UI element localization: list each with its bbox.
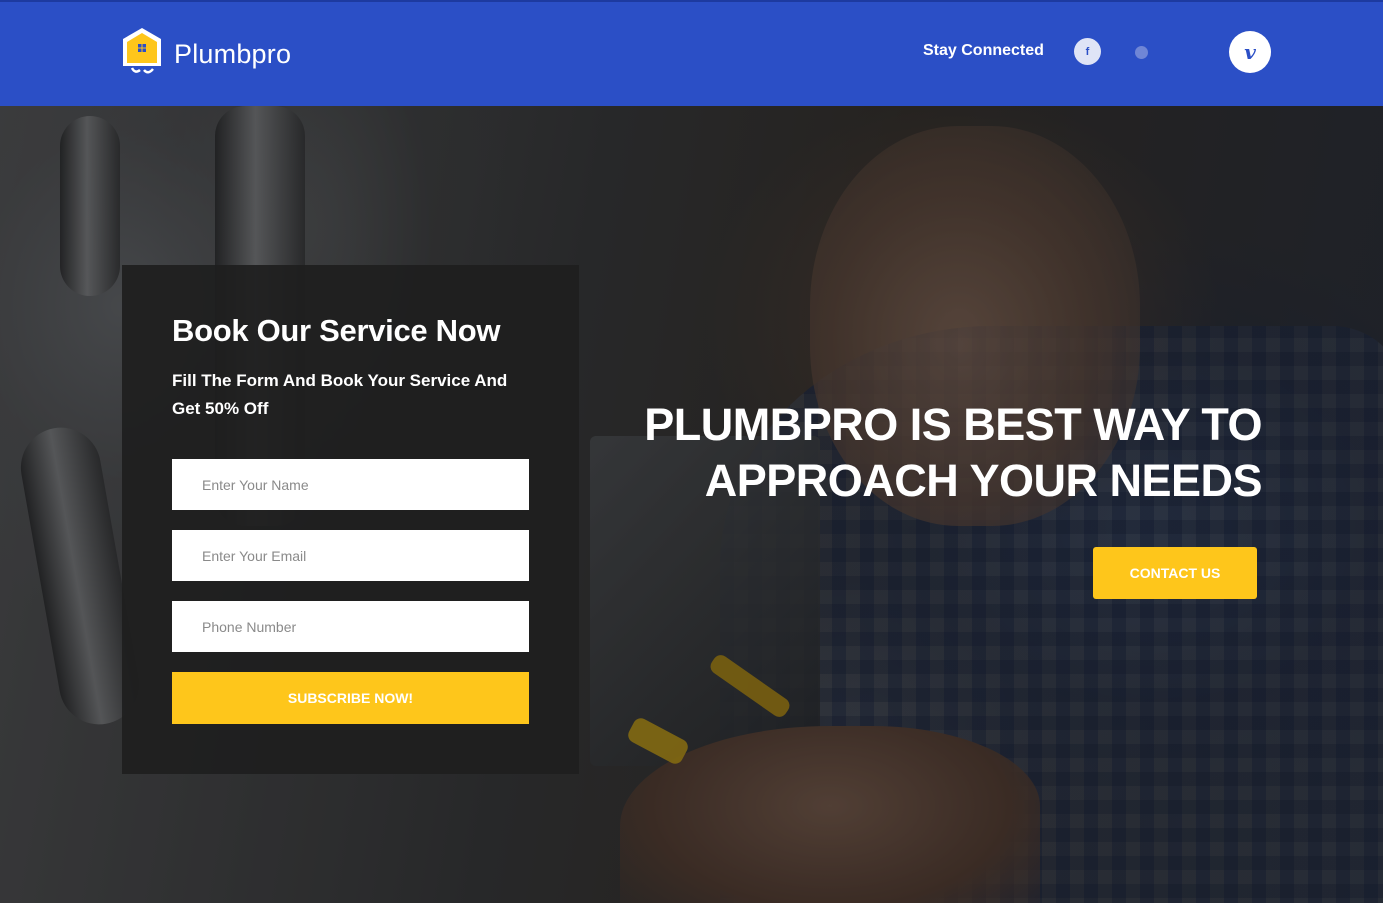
booking-title: Book Our Service Now xyxy=(172,313,501,348)
subscribe-button[interactable]: SUBSCRIBE NOW! xyxy=(172,672,529,724)
stay-connected-label: Stay Connected xyxy=(923,42,1044,59)
headline-line-1: PLUMBPRO IS BEST WAY TO xyxy=(644,399,1262,450)
headline-line-2: APPROACH YOUR NEEDS xyxy=(704,455,1263,506)
vimeo-icon[interactable]: v xyxy=(1229,31,1271,73)
house-logo-icon xyxy=(120,26,164,82)
phone-input[interactable] xyxy=(172,601,529,652)
social-dot-icon[interactable] xyxy=(1135,46,1148,59)
contact-us-button[interactable]: CONTACT US xyxy=(1093,547,1257,599)
facebook-icon[interactable]: f xyxy=(1074,38,1101,65)
booking-subtitle: Fill The Form And Book Your Service And … xyxy=(172,371,508,418)
name-input[interactable] xyxy=(172,459,529,510)
booking-form-card: Book Our Service Now Fill The Form And B… xyxy=(122,265,579,774)
brand-name: Plumbpro xyxy=(174,38,292,69)
email-input[interactable] xyxy=(172,530,529,581)
top-navbar: Plumbpro Stay Connected f v xyxy=(0,0,1383,106)
brand-logo[interactable]: Plumbpro xyxy=(120,26,291,82)
hero-headline: PLUMBPRO IS BEST WAY TO APPROACH YOUR NE… xyxy=(622,397,1262,509)
